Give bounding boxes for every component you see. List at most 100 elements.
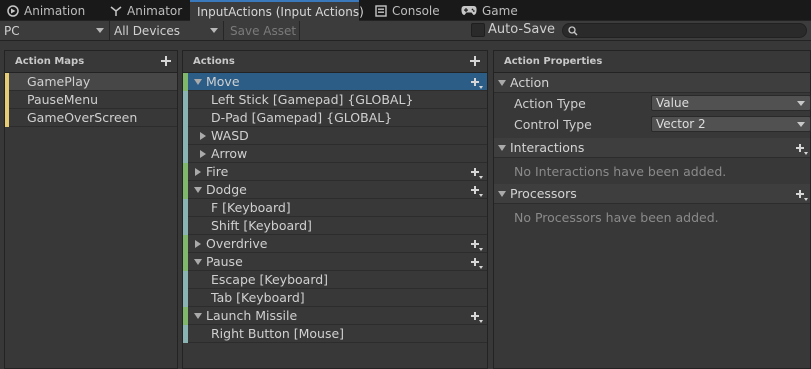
expand-down-icon[interactable] <box>193 77 203 87</box>
tab-animation[interactable]: Animation <box>0 0 96 21</box>
expand-down-icon[interactable] <box>498 145 506 151</box>
interactions-section-header[interactable]: Interactions <box>494 138 810 158</box>
control-type-dropdown[interactable]: Vector 2 <box>651 116 811 132</box>
toolbar: PC All Devices Save Asset Auto-Save <box>0 21 811 41</box>
control-type-row: Control Type Vector 2 <box>494 114 811 135</box>
action-map-label: GamePlay <box>27 74 91 89</box>
action-properties-title: Action Properties <box>504 56 603 67</box>
action-item[interactable]: Pause <box>183 253 487 271</box>
control-scheme-dropdown[interactable]: PC <box>0 21 110 40</box>
binding-color-bar <box>183 289 188 307</box>
binding-color-bar <box>183 325 188 343</box>
action-map-item[interactable]: PauseMenu <box>5 91 177 109</box>
binding-item[interactable]: Escape [Keyboard] <box>183 271 487 289</box>
processors-section-label: Processors <box>510 186 577 201</box>
control-type-value: Vector 2 <box>656 117 706 131</box>
add-binding-button[interactable] <box>469 256 483 269</box>
chevron-down-icon <box>210 28 218 33</box>
auto-save-label: Auto-Save <box>488 22 556 37</box>
add-binding-button[interactable] <box>469 184 483 197</box>
action-map-item[interactable]: GamePlay <box>5 73 177 91</box>
binding-color-bar <box>183 217 188 235</box>
expand-down-icon[interactable] <box>193 257 203 267</box>
expand-down-icon[interactable] <box>193 311 203 321</box>
binding-item[interactable]: D-Pad [Gamepad] {GLOBAL} <box>183 109 487 127</box>
action-properties-header: Action Properties <box>494 51 810 73</box>
action-item[interactable]: Move <box>183 73 487 91</box>
gamepad-icon <box>460 4 478 18</box>
action-color-bar <box>183 235 188 253</box>
action-type-dropdown[interactable]: Value <box>651 95 811 111</box>
add-action-button[interactable] <box>469 55 481 67</box>
auto-save-checkbox[interactable] <box>471 23 485 37</box>
binding-color-bar <box>183 127 188 145</box>
add-processor-button[interactable] <box>794 188 808 201</box>
control-scheme-value: PC <box>4 23 20 38</box>
editor-tab-bar: Animation Animator InputActions (Input A… <box>0 0 811 21</box>
binding-color-bar <box>183 199 188 217</box>
action-color-bar <box>183 163 188 181</box>
binding-label: F [Keyboard] <box>211 200 291 215</box>
devices-dropdown[interactable]: All Devices <box>110 21 224 40</box>
tab-animator[interactable]: Animator <box>103 0 188 21</box>
expand-down-icon[interactable] <box>193 185 203 195</box>
animation-icon <box>6 4 20 18</box>
binding-label: Escape [Keyboard] <box>211 272 329 287</box>
tab-label: Animator <box>127 3 183 18</box>
tab-label: InputActions (Input Actions) <box>197 4 364 19</box>
action-type-row: Action Type Value <box>494 93 811 114</box>
expand-right-icon[interactable] <box>198 131 208 141</box>
tab-input-actions[interactable]: InputActions (Input Actions) <box>190 0 364 21</box>
interactions-empty-message: No Interactions have been added. <box>514 163 727 179</box>
tab-console[interactable]: Console <box>368 0 452 21</box>
add-binding-button[interactable] <box>469 76 483 89</box>
add-interaction-button[interactable] <box>794 142 808 155</box>
action-maps-header: Action Maps <box>5 51 177 73</box>
composite-binding-item[interactable]: WASD <box>183 127 487 145</box>
expand-right-icon[interactable] <box>198 149 208 159</box>
composite-label: WASD <box>211 128 249 143</box>
expand-right-icon[interactable] <box>193 239 203 249</box>
binding-color-bar <box>183 271 188 289</box>
action-item[interactable]: Launch Missile <box>183 307 487 325</box>
action-map-color-bar <box>5 73 9 91</box>
processors-empty-message: No Processors have been added. <box>514 209 719 225</box>
expand-right-icon[interactable] <box>193 167 203 177</box>
actions-panel: Actions Move Left Stick [Gamepad] {GLOBA… <box>182 50 488 369</box>
expand-down-icon[interactable] <box>498 80 506 86</box>
chevron-down-icon <box>797 101 805 106</box>
save-asset-button[interactable]: Save Asset <box>224 21 300 40</box>
add-binding-button[interactable] <box>469 310 483 323</box>
action-label: Move <box>206 74 240 89</box>
action-label: Launch Missile <box>206 308 298 323</box>
add-binding-button[interactable] <box>469 166 483 179</box>
action-item[interactable]: Fire <box>183 163 487 181</box>
chevron-down-icon <box>96 28 104 33</box>
action-item[interactable]: Dodge <box>183 181 487 199</box>
binding-item[interactable]: Right Button [Mouse] <box>183 325 487 343</box>
binding-label: Tab [Keyboard] <box>211 290 305 305</box>
binding-item[interactable]: F [Keyboard] <box>183 199 487 217</box>
action-section-header[interactable]: Action <box>494 73 810 93</box>
add-binding-button[interactable] <box>469 238 483 251</box>
action-item[interactable]: Overdrive <box>183 235 487 253</box>
action-type-value: Value <box>656 96 689 110</box>
binding-item[interactable]: Left Stick [Gamepad] {GLOBAL} <box>183 91 487 109</box>
binding-label: D-Pad [Gamepad] {GLOBAL} <box>211 110 393 125</box>
action-map-item[interactable]: GameOverScreen <box>5 109 177 127</box>
expand-down-icon[interactable] <box>498 191 506 197</box>
action-section-label: Action <box>510 75 550 90</box>
tab-game[interactable]: Game <box>454 0 524 21</box>
processors-section-header[interactable]: Processors <box>494 184 810 204</box>
action-maps-panel: Action Maps GamePlay PauseMenu GameOverS… <box>4 50 178 369</box>
composite-label: Arrow <box>211 146 248 161</box>
search-input[interactable] <box>562 23 807 38</box>
composite-binding-item[interactable]: Arrow <box>183 145 487 163</box>
binding-color-bar <box>183 109 188 127</box>
binding-item[interactable]: Tab [Keyboard] <box>183 289 487 307</box>
tab-label: Game <box>482 3 518 18</box>
action-color-bar <box>183 307 188 325</box>
add-action-map-button[interactable] <box>160 55 172 67</box>
binding-item[interactable]: Shift [Keyboard] <box>183 217 487 235</box>
action-maps-title: Action Maps <box>15 56 85 67</box>
